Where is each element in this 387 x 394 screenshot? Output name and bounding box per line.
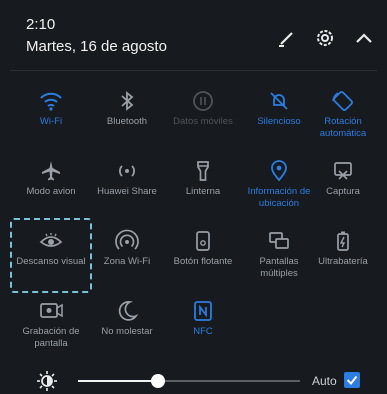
tile-auto-rotate[interactable]: Rotación automática [304,82,382,156]
date-label: Martes, 16 de agosto [26,38,167,55]
brightness-slider-fill [78,380,158,382]
airplane-icon [38,158,64,184]
mobile-data-icon [190,88,216,114]
clock-time: 2:10 [26,16,56,33]
quick-settings-panel: 2:10 Martes, 16 de agosto Wi-Fi Bluetoot… [0,0,387,394]
tile-label: NFC [193,326,213,337]
flashlight-icon [190,158,216,184]
floating-button-icon [190,228,216,254]
screenshot-icon [330,158,356,184]
auto-brightness-checkbox[interactable] [344,372,360,388]
tile-label: Modo avion [26,186,76,197]
tile-label: Datos móviles [173,116,233,127]
brightness-row: Auto [0,366,387,394]
tile-label: Ultrabatería [318,256,368,267]
tile-label: Wi-Fi [39,116,63,127]
tile-label: Grabación de pantalla [22,326,80,349]
brightness-icon [36,370,58,392]
location-icon [266,158,292,184]
brightness-slider[interactable] [78,380,300,382]
tile-huawei-share[interactable]: Huawei Share [88,152,166,226]
battery-icon [330,228,356,254]
tile-airplane[interactable]: Modo avion [12,152,90,226]
tile-bluetooth[interactable]: Bluetooth [88,82,166,156]
brightness-slider-thumb[interactable] [150,374,165,388]
tile-label: Linterna [185,186,221,197]
tile-screen-record[interactable]: Grabación de pantalla [12,292,90,366]
screen-record-icon [38,298,64,324]
tile-label: Captura [326,186,360,197]
header-divider [10,70,377,71]
tile-ultra-battery[interactable]: Ultrabatería [304,222,382,296]
tile-flashlight[interactable]: Linterna [164,152,242,226]
collapse-icon[interactable] [352,26,376,50]
tile-mobile-data[interactable]: Datos móviles [164,82,242,156]
tile-screenshot[interactable]: Captura [304,152,382,226]
tile-label: Bluetooth [106,116,148,127]
tile-wifi[interactable]: Wi-Fi [12,82,90,156]
tile-label: No molestar [101,326,153,337]
tile-label: Zona Wi-Fi [103,256,151,267]
tile-label: Botón flotante [173,256,233,267]
auto-rotate-icon [330,88,356,114]
tile-label: Rotación automática [319,116,367,139]
moon-icon [114,298,140,324]
check-icon [346,375,358,386]
edit-icon[interactable] [275,26,299,50]
wifi-icon [38,88,64,114]
share-icon [114,158,140,184]
highlight-box [10,218,92,293]
settings-icon[interactable] [313,26,337,50]
tile-floating-button[interactable]: Botón flotante [164,222,242,296]
tile-nfc[interactable]: NFC [164,292,242,366]
hotspot-icon [114,228,140,254]
auto-brightness-label: Auto [312,374,337,388]
silent-icon [266,88,292,114]
multi-screen-icon [266,228,292,254]
status-header: 2:10 Martes, 16 de agosto [0,0,387,70]
tile-hotspot[interactable]: Zona Wi-Fi [88,222,166,296]
tile-do-not-disturb[interactable]: No molestar [88,292,166,366]
nfc-icon [190,298,216,324]
tile-label: Huawei Share [97,186,157,197]
bluetooth-icon [114,88,140,114]
